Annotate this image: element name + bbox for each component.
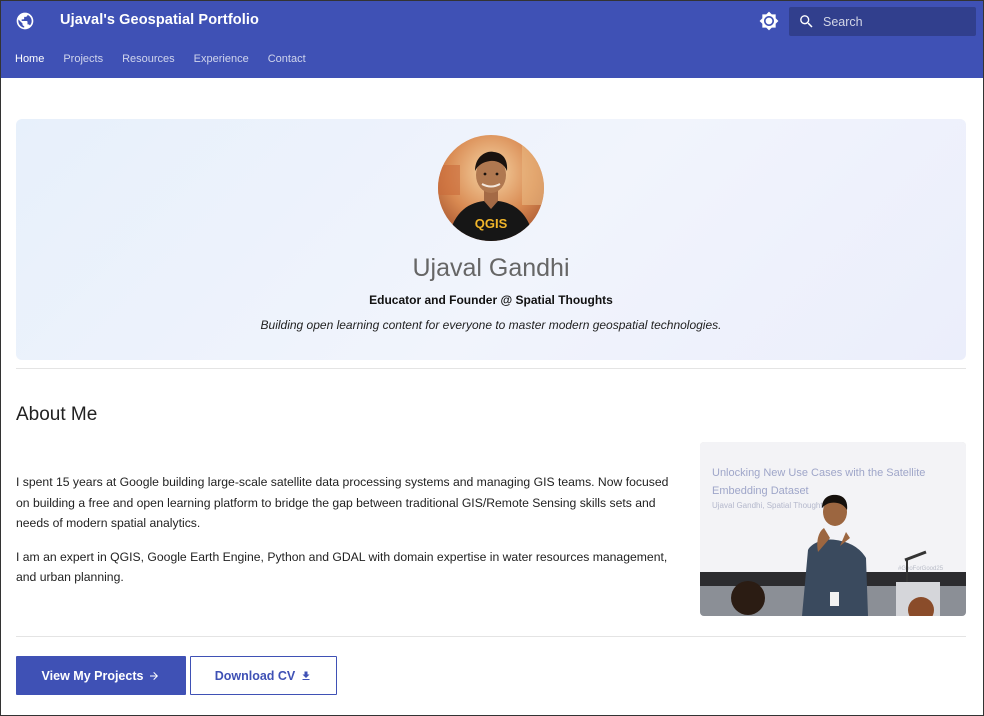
tab-contact[interactable]: Contact (268, 53, 306, 65)
about-title: About Me (16, 404, 98, 425)
tab-home[interactable]: Home (15, 53, 44, 65)
view-projects-label: View My Projects (41, 668, 144, 683)
profile-tagline: Building open learning content for every… (260, 318, 722, 332)
slide-title-line: Embedding Dataset (712, 485, 809, 497)
download-cv-label: Download CV (214, 668, 296, 683)
profile-name: Ujaval Gandhi (412, 254, 570, 282)
site-header: Ujaval's Geospatial Portfolio Home Proje… (1, 1, 983, 78)
tab-projects[interactable]: Projects (63, 53, 103, 65)
slide-title-line: Unlocking New Use Cases with the Satelli… (712, 467, 925, 479)
search-icon (798, 13, 815, 30)
arrow-right-icon (148, 670, 160, 682)
avatar-shirt-text: QGIS (475, 216, 508, 231)
slide-subtitle: Ujaval Gandhi, Spatial Thoughts (712, 501, 827, 510)
speaker-photo: Unlocking New Use Cases with the Satelli… (700, 442, 966, 616)
about-text: I spent 15 years at Google building larg… (16, 472, 676, 601)
divider (16, 368, 966, 369)
tab-resources[interactable]: Resources (122, 53, 175, 65)
about-paragraph: I am an expert in QGIS, Google Earth Eng… (16, 549, 668, 585)
brightness-icon[interactable] (759, 11, 779, 31)
download-icon (300, 670, 312, 682)
profile-hero: QGIS Ujaval Gandhi Educator and Founder … (16, 119, 966, 360)
site-title[interactable]: Ujaval's Geospatial Portfolio (60, 12, 259, 28)
nav-tabs: Home Projects Resources Experience Conta… (15, 53, 325, 65)
avatar: QGIS (438, 135, 544, 241)
globe-icon[interactable] (15, 11, 35, 31)
search-box (789, 7, 976, 36)
divider (16, 636, 966, 637)
about-paragraph: I spent 15 years at Google building larg… (16, 475, 669, 530)
search-input[interactable] (823, 7, 971, 36)
profile-role: Educator and Founder @ Spatial Thoughts (369, 293, 613, 307)
slide-hashtag: #GeoForGood25 (898, 566, 944, 572)
tab-experience[interactable]: Experience (194, 53, 249, 65)
download-cv-button[interactable]: Download CV (190, 656, 337, 695)
view-projects-button[interactable]: View My Projects (16, 656, 186, 695)
